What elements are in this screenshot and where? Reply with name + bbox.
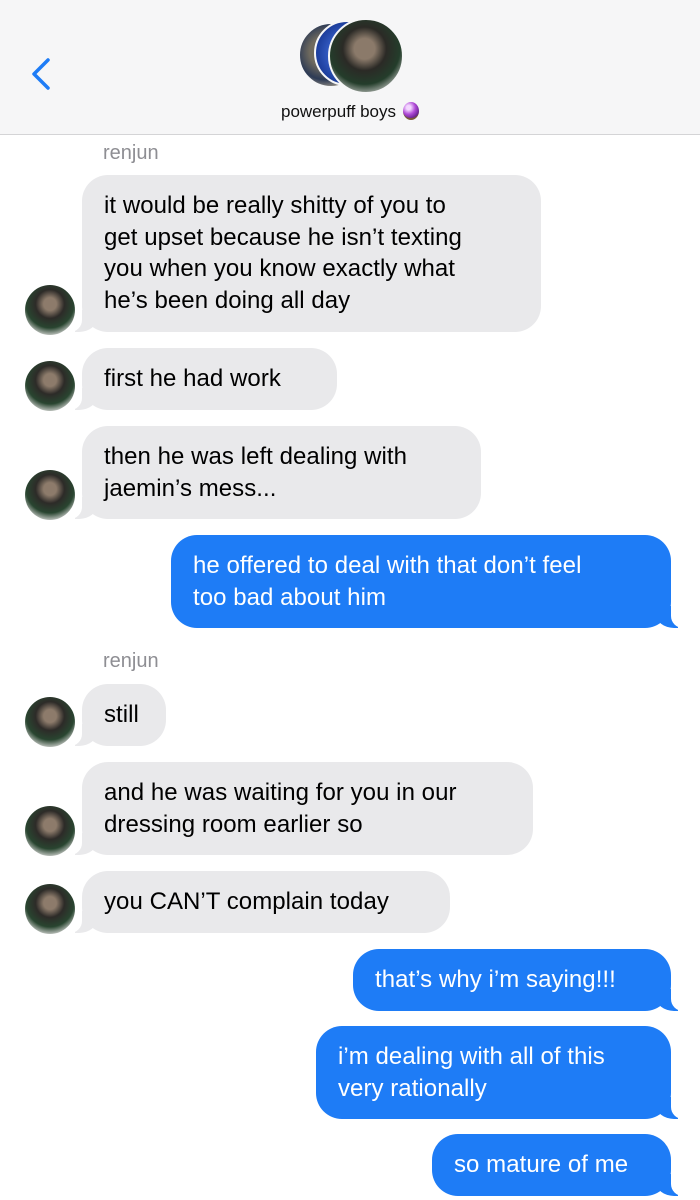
message-text: i’m dealing with all of this very ration…	[338, 1043, 605, 1102]
message-text: so mature of me	[454, 1151, 629, 1178]
sender-name: renjun	[103, 142, 159, 164]
message-bubble-received[interactable]: still	[68, 684, 166, 746]
avatar[interactable]	[25, 884, 75, 934]
avatar	[328, 18, 404, 94]
chevron-left-icon[interactable]	[26, 54, 56, 94]
message-text: you CAN’T complain today	[104, 888, 389, 915]
group-avatar-stack[interactable]	[298, 18, 408, 94]
avatar[interactable]	[25, 285, 75, 335]
crystal-ball-icon	[402, 102, 419, 120]
message-bubble-received[interactable]: and he was waiting for you in our dressi…	[68, 762, 533, 855]
message-text: that’s why i’m saying!!!	[375, 966, 616, 993]
message-text: and he was waiting for you in our dressi…	[104, 779, 457, 838]
group-name: powerpuff boys	[281, 102, 396, 121]
message-bubble-received[interactable]: it would be really shitty of you to get …	[68, 175, 541, 332]
message-text: it would be really shitty of you to get …	[104, 192, 462, 314]
avatar[interactable]	[25, 697, 75, 747]
message-text: he offered to deal with that don’t feel …	[193, 552, 582, 611]
message-text: still	[104, 701, 139, 728]
avatar[interactable]	[25, 361, 75, 411]
message-text: first he had work	[104, 365, 281, 392]
message-bubble-received[interactable]: you CAN’T complain today	[68, 871, 450, 933]
conversation-header: powerpuff boys	[0, 0, 700, 135]
message-bubble-received[interactable]: then he was left dealing with jaemin’s m…	[68, 426, 481, 519]
avatar[interactable]	[25, 806, 75, 856]
message-bubble-sent[interactable]: he offered to deal with that don’t feel …	[171, 535, 685, 628]
sender-name: renjun	[103, 650, 159, 672]
message-bubble-sent[interactable]: so mature of me	[432, 1134, 685, 1196]
avatar[interactable]	[25, 470, 75, 520]
message-bubble-sent[interactable]: that’s why i’m saying!!!	[353, 949, 685, 1011]
message-text: then he was left dealing with jaemin’s m…	[104, 443, 407, 502]
message-bubble-sent[interactable]: i’m dealing with all of this very ration…	[316, 1026, 685, 1119]
group-name-row[interactable]: powerpuff boys	[0, 102, 700, 122]
message-bubble-received[interactable]: first he had work	[68, 348, 337, 410]
